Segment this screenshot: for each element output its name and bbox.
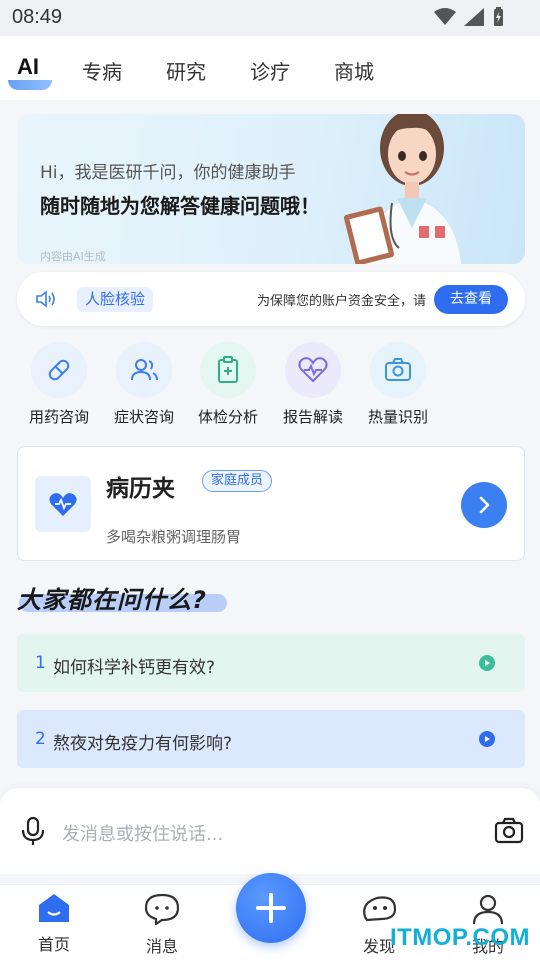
function-report[interactable]: 报告解读 [271, 342, 355, 427]
tab-ai[interactable]: AI [17, 54, 39, 80]
add-button[interactable] [236, 873, 306, 943]
tab-mall[interactable]: 商城 [334, 56, 374, 85]
face-verification-tag: 人脸核验 [77, 287, 154, 312]
function-label: 热量识别 [367, 408, 428, 426]
nav-label: 消息 [145, 937, 178, 956]
heart-pulse-icon [285, 342, 341, 398]
site-watermark: ITMOP.COM [389, 924, 530, 951]
function-calorie[interactable]: 热量识别 [356, 342, 440, 427]
chat-icon [144, 893, 180, 927]
question-text: 熬夜对免疫力有何影响? [53, 734, 233, 754]
function-label: 用药咨询 [28, 408, 89, 426]
family-member-badge[interactable]: 家庭成员 [202, 470, 273, 492]
signal-icon [464, 8, 484, 26]
status-time: 08:49 [12, 6, 63, 28]
active-tab-indicator [8, 80, 52, 90]
open-record-button[interactable] [461, 482, 507, 528]
function-label: 症状咨询 [113, 408, 174, 426]
home-icon [39, 894, 69, 922]
profile-icon [472, 894, 504, 925]
nav-messages[interactable]: 消息 [127, 893, 197, 957]
hero-headline: 随时随地为您解答健康问题哦！ [40, 194, 320, 218]
plus-icon [256, 893, 286, 923]
top-tabs: AI 专病 研究 诊疗 商城 [0, 36, 540, 100]
microphone-icon[interactable] [20, 816, 46, 846]
people-icon [116, 342, 172, 398]
section-title-wrap: 大家都在问什么? [17, 580, 227, 615]
question-item[interactable]: 2 熬夜对免疫力有何影响? [17, 710, 525, 768]
tab-diagnosis[interactable]: 诊疗 [250, 56, 290, 85]
nav-home[interactable]: 首页 [19, 893, 89, 955]
function-checkup[interactable]: 体检分析 [186, 342, 270, 427]
clipboard-plus-icon [200, 342, 256, 398]
camera-icon [370, 342, 426, 398]
section-title: 大家都在问什么? [17, 586, 207, 614]
nav-label: 首页 [37, 935, 70, 954]
question-text: 如何科学补钙更有效? [53, 658, 216, 678]
pill-icon [31, 342, 87, 398]
wifi-icon [434, 8, 456, 25]
heart-folder-icon [35, 476, 91, 532]
function-label: 体检分析 [197, 408, 258, 426]
tab-specialty[interactable]: 专病 [82, 56, 122, 85]
camera-icon[interactable] [494, 816, 524, 844]
status-icons [434, 7, 504, 27]
function-label: 报告解读 [282, 408, 343, 426]
status-bar: 08:49 [0, 0, 540, 36]
hero-greeting: Hi，我是医研千问，你的健康助手 [40, 163, 296, 183]
bottom-navigation: 首页 消息 发现 我的 ITMOP.COM [0, 873, 540, 960]
play-icon[interactable] [479, 655, 495, 671]
chevron-right-icon [479, 496, 490, 514]
record-subtitle: 多喝杂粮粥调理肠胃 [106, 528, 242, 546]
question-number: 1 [35, 653, 46, 673]
view-notice-button[interactable]: 去查看 [434, 285, 508, 314]
question-number: 2 [35, 729, 46, 749]
function-medication[interactable]: 用药咨询 [17, 342, 101, 427]
play-icon[interactable] [479, 731, 495, 747]
notice-text: 为保障您的账户资金安全，请 [257, 294, 427, 309]
question-item[interactable]: 1 如何科学补钙更有效? [17, 634, 525, 692]
ai-generated-note: 内容由AI生成 [40, 250, 106, 263]
discover-icon [363, 896, 397, 922]
message-input[interactable]: 发消息或按住说话... [62, 820, 223, 846]
chat-input-bar: 发消息或按住说话... [0, 788, 540, 874]
battery-icon [494, 7, 503, 26]
speaker-icon [36, 290, 55, 308]
notice-bar: 人脸核验 为保障您的账户资金安全，请 去查看 [17, 272, 525, 326]
record-title: 病历夹 [106, 476, 175, 502]
doctor-illustration [343, 114, 463, 264]
medical-record-card[interactable]: 病历夹 家庭成员 多喝杂粮粥调理肠胃 [17, 446, 525, 561]
tab-research[interactable]: 研究 [166, 56, 206, 85]
hero-banner[interactable]: Hi，我是医研千问，你的健康助手 随时随地为您解答健康问题哦！ 内容由AI生成 [17, 114, 525, 264]
function-symptom[interactable]: 症状咨询 [102, 342, 186, 427]
